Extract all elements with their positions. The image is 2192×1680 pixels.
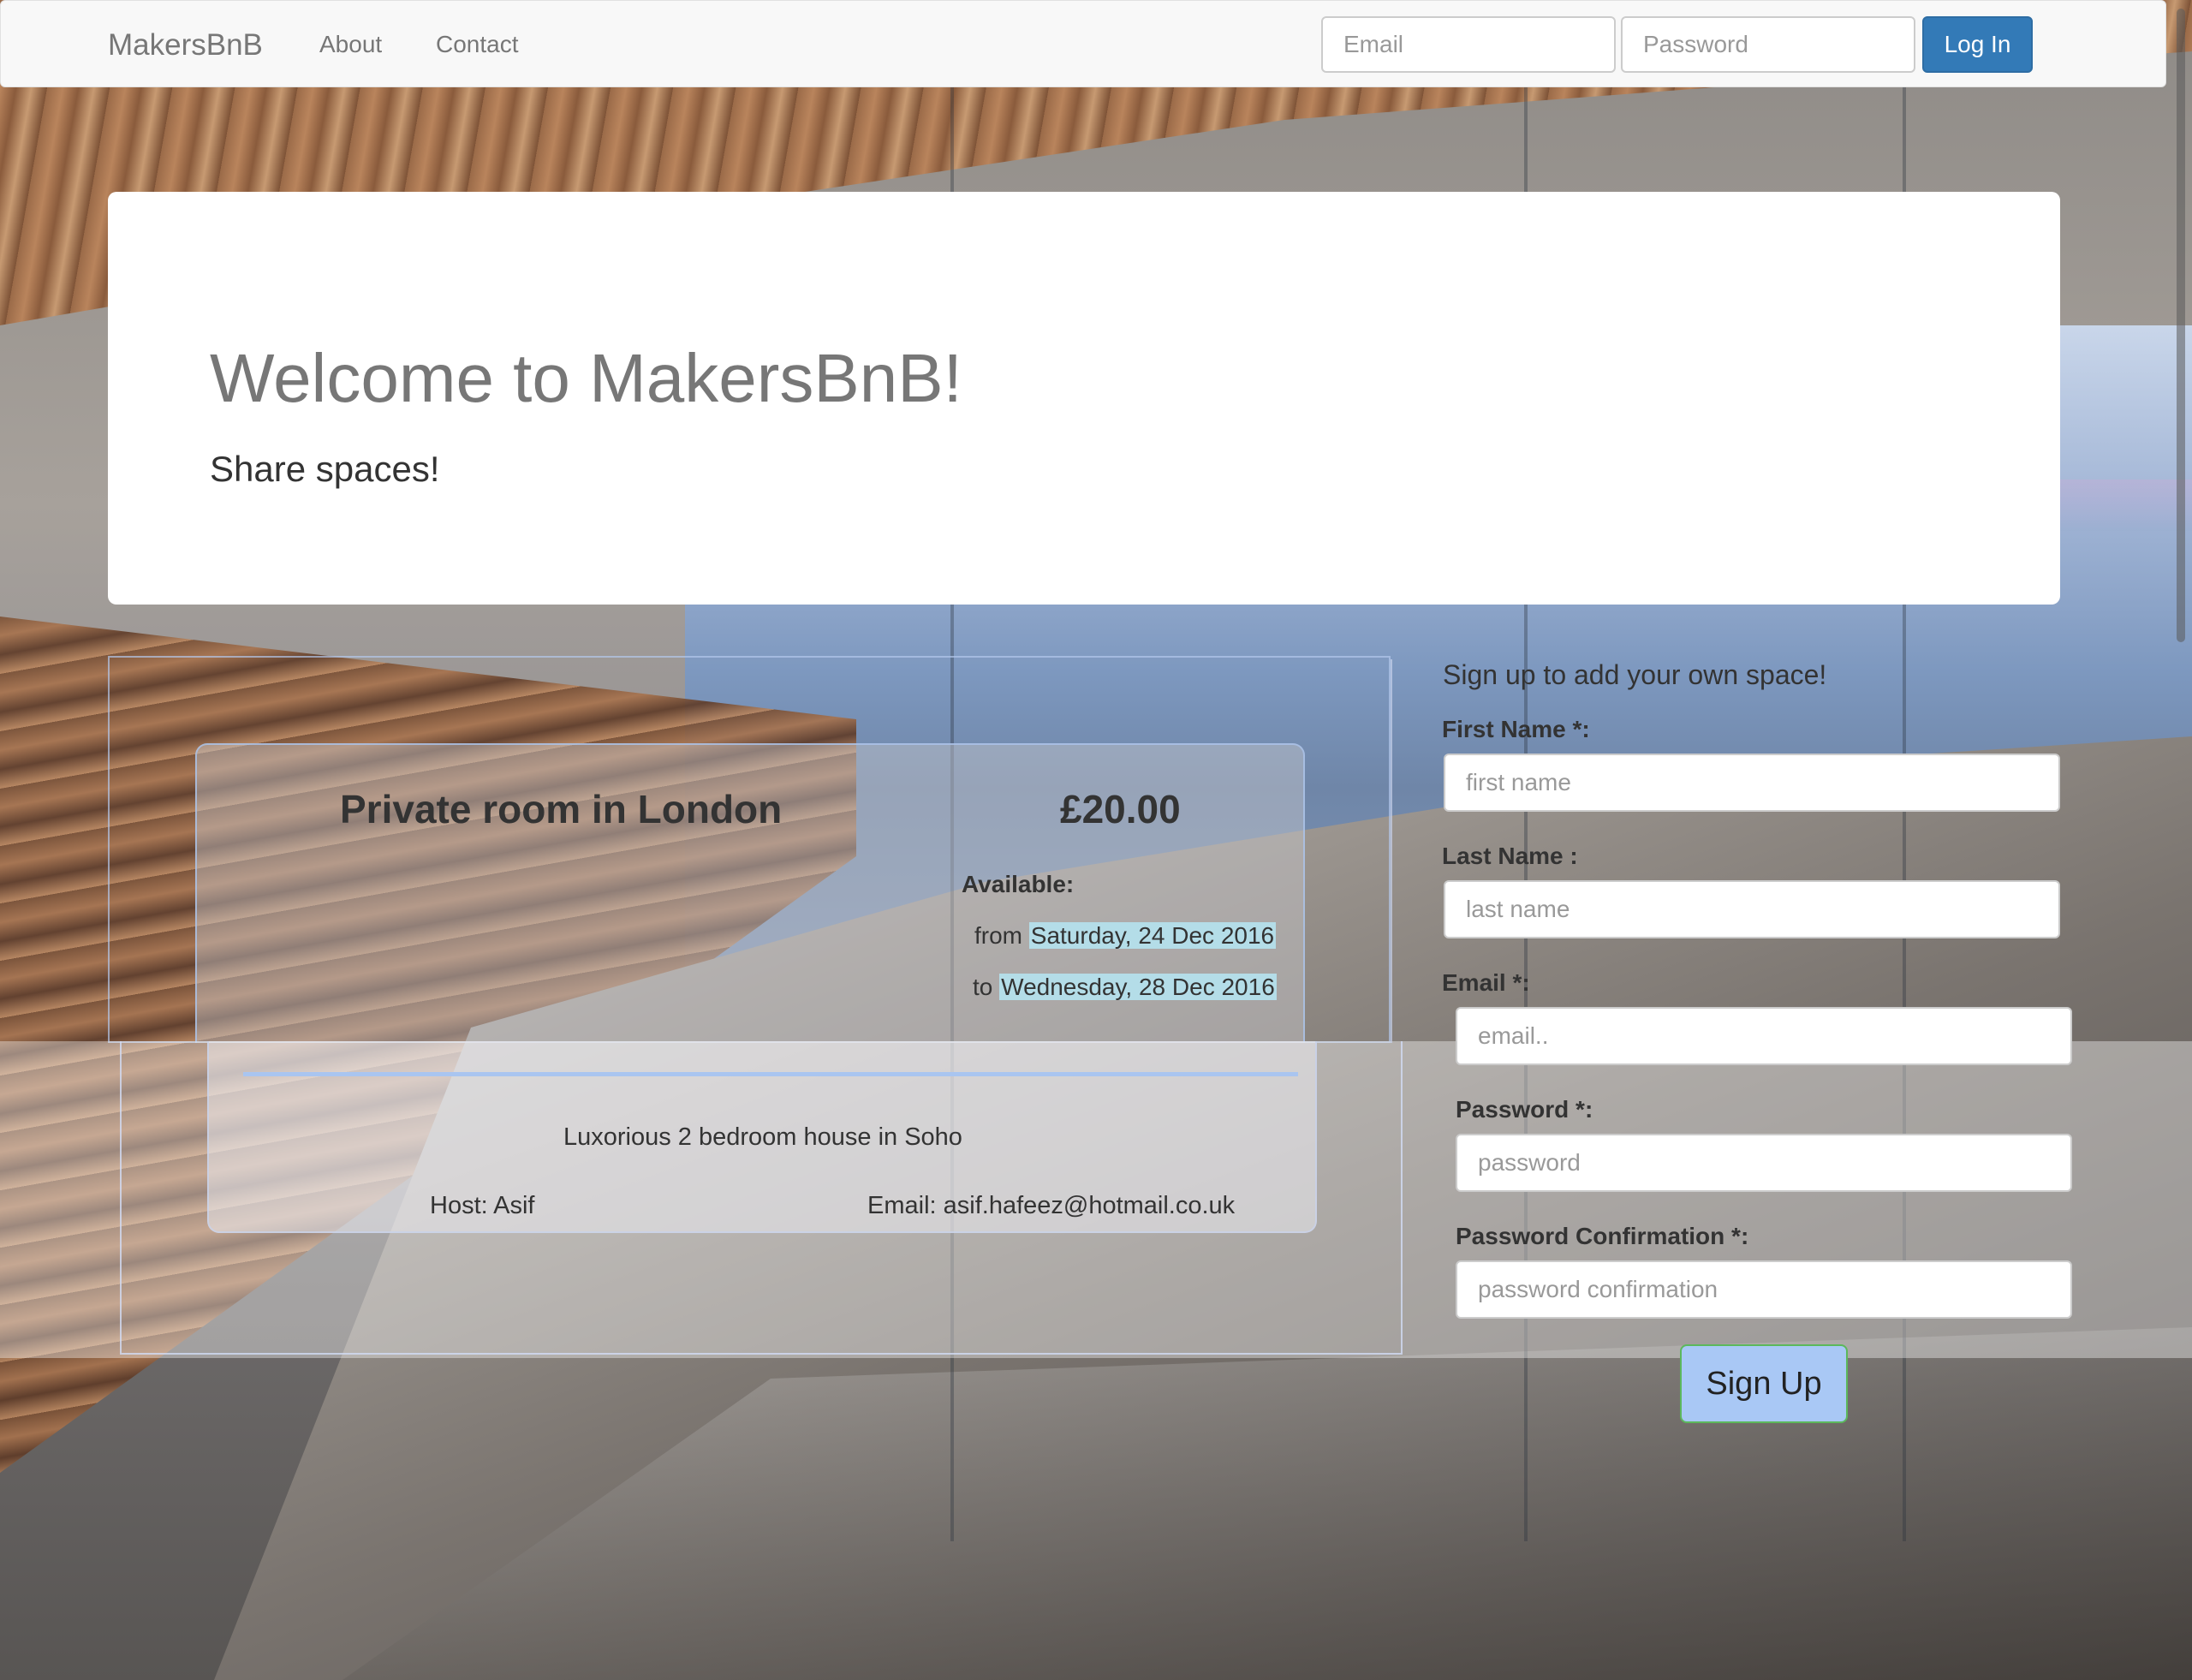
scrollbar-thumb[interactable] [2177,9,2185,642]
from-date: Saturday, 24 Dec 2016 [1028,922,1277,949]
password-input[interactable] [1456,1134,2072,1192]
password-label: Password *: [1456,1096,1593,1123]
first-name-label: First Name *: [1442,716,1590,742]
from-prefix: from [974,922,1022,949]
last-name-label: Last Name : [1442,843,1578,869]
brand-link[interactable]: MakersBnB [108,28,263,63]
listing-title[interactable]: Private room in London [340,786,782,832]
navbar: MakersBnB About Contact Log In [0,0,2166,87]
last-name-input[interactable] [1444,880,2060,938]
page-title: Welcome to MakersBnB! [210,340,962,416]
signup-title: Sign up to add your own space! [1443,659,1827,690]
listing-host: Host: Asif [430,1192,535,1219]
login-password-input[interactable] [1621,16,1915,73]
listing-host-email: Email: asif.hafeez@hotmail.co.uk [867,1192,1236,1219]
login-email-input[interactable] [1321,16,1616,73]
signup-divider [1391,659,1392,1043]
password-confirmation-label: Password Confirmation *: [1456,1223,1749,1249]
page-scrollbar[interactable] [2170,0,2192,1680]
listing-price: £20.00 [1060,787,1181,831]
jumbotron: Welcome to MakersBnB! Share spaces! [108,192,2060,605]
password-confirmation-input[interactable] [1456,1260,2072,1319]
availability-label: Available: [962,871,1075,897]
email-input[interactable] [1456,1007,2072,1065]
nav-link-about[interactable]: About [319,31,382,58]
login-button[interactable]: Log In [1922,16,2033,73]
first-name-input[interactable] [1444,754,2060,812]
listing-description: Luxorious 2 bedroom house in Soho [563,1123,962,1151]
signup-button[interactable]: Sign Up [1680,1344,1848,1423]
availability-from: from Saturday, 24 Dec 2016 [974,922,1277,950]
nav-link-contact[interactable]: Contact [436,31,519,58]
availability-to: to Wednesday, 28 Dec 2016 [973,974,1277,1001]
to-prefix: to [973,974,993,1000]
email-label: Email *: [1442,969,1530,996]
page-tagline: Share spaces! [210,449,440,489]
to-date: Wednesday, 28 Dec 2016 [999,974,1277,1000]
listing-divider [243,1072,1298,1076]
